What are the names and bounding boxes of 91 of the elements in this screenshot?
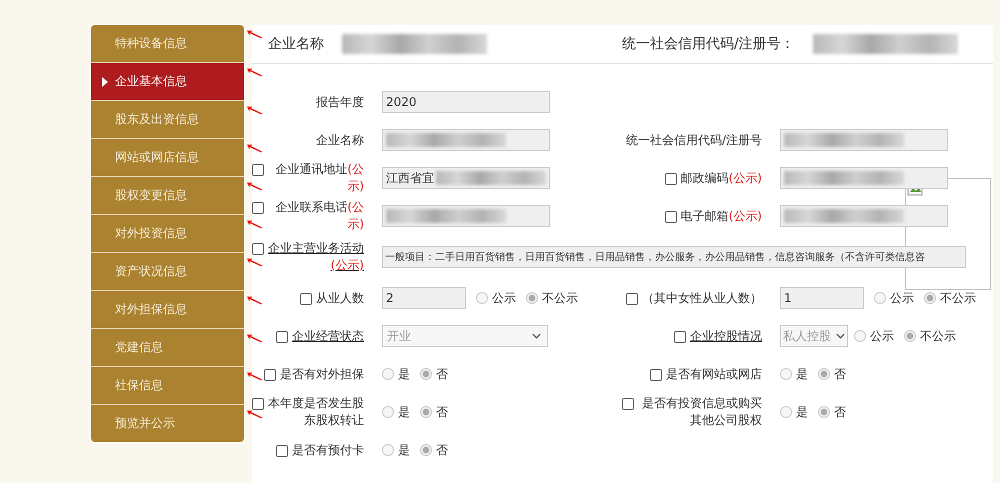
checkbox[interactable] bbox=[252, 202, 264, 214]
field-label: 企业名称 bbox=[316, 132, 364, 148]
company-name-label: 企业名称 bbox=[268, 35, 324, 53]
checkbox[interactable] bbox=[664, 172, 677, 184]
field-label: 企业联系电话(公示) bbox=[274, 199, 364, 233]
radio-button[interactable] bbox=[382, 444, 394, 456]
input-field[interactable] bbox=[780, 205, 948, 227]
radio-button[interactable] bbox=[382, 368, 394, 380]
field-label: 企业主营业务活动 (公示) bbox=[268, 240, 364, 274]
radio-button[interactable] bbox=[854, 330, 866, 342]
radio-label: 是 bbox=[398, 404, 410, 420]
input-field[interactable] bbox=[382, 129, 550, 151]
dropdown[interactable]: 私人控股 bbox=[780, 325, 848, 347]
sidebar-item[interactable]: 特种设备信息 bbox=[91, 25, 244, 63]
radio-label: 否 bbox=[436, 442, 448, 458]
radio-button[interactable] bbox=[904, 330, 916, 342]
radio-label: 公示 bbox=[890, 290, 914, 306]
checkbox[interactable] bbox=[300, 292, 312, 304]
checkbox[interactable] bbox=[626, 292, 638, 304]
sidebar-item[interactable]: 预览并公示 bbox=[91, 405, 244, 442]
input-field[interactable] bbox=[780, 129, 948, 151]
checkbox[interactable] bbox=[276, 444, 288, 456]
input-field[interactable] bbox=[382, 205, 550, 227]
field-label: 本年度是否发生股东股权转让 bbox=[268, 395, 364, 429]
checkbox[interactable] bbox=[252, 164, 264, 176]
radio-button[interactable] bbox=[420, 368, 432, 380]
input-field[interactable]: 一般项目：二手日用百货销售，日用百货销售，日用品销售，办公服务，办公用品销售，信息咨询服务（不含许可类信息咨 bbox=[382, 246, 966, 268]
field-label: 从业人数 bbox=[316, 290, 364, 306]
radio-label: 公示 bbox=[492, 290, 516, 306]
radio-button[interactable] bbox=[420, 444, 432, 456]
radio-label: 不公示 bbox=[542, 290, 578, 306]
sidebar-item[interactable]: 网站或网店信息 bbox=[91, 139, 244, 177]
sidebar-item[interactable]: 对外担保信息 bbox=[91, 291, 244, 329]
field-label: 企业经营状态 bbox=[292, 328, 364, 344]
field-label: （其中女性从业人数） bbox=[642, 290, 762, 306]
radio-button[interactable] bbox=[874, 292, 886, 304]
chevron-down-icon bbox=[836, 333, 845, 339]
radio-button[interactable] bbox=[476, 292, 488, 304]
sidebar-item[interactable]: 对外投资信息 bbox=[91, 215, 244, 253]
input-field[interactable]: 1 bbox=[780, 287, 864, 309]
sidebar-item[interactable]: 股权变更信息 bbox=[91, 177, 244, 215]
radio-label: 是 bbox=[398, 442, 410, 458]
field-label: 是否有投资信息或购买其他公司股权 bbox=[641, 395, 762, 429]
field-label: 企业通讯地址(公示) bbox=[274, 161, 364, 195]
checkbox[interactable] bbox=[252, 243, 264, 255]
sidebar-item[interactable]: 党建信息 bbox=[91, 329, 244, 367]
radio-button[interactable] bbox=[780, 406, 792, 418]
field-label: 企业控股情况 bbox=[690, 328, 762, 344]
field-label: 邮政编码(公示) bbox=[680, 170, 762, 186]
radio-button[interactable] bbox=[382, 406, 394, 418]
input-field[interactable]: 2 bbox=[382, 287, 466, 309]
radio-label: 否 bbox=[834, 404, 846, 420]
sidebar-item[interactable]: 股东及出资信息 bbox=[91, 101, 244, 139]
input-field[interactable]: 2020 bbox=[382, 91, 550, 113]
radio-button[interactable] bbox=[526, 292, 538, 304]
dropdown[interactable]: 开业 bbox=[382, 325, 548, 347]
checkbox[interactable] bbox=[650, 368, 662, 380]
input-field[interactable]: 江西省宜 bbox=[382, 167, 550, 189]
radio-label: 是 bbox=[796, 366, 808, 382]
sidebar-item[interactable]: 社保信息 bbox=[91, 367, 244, 405]
field-label: 电子邮箱(公示) bbox=[680, 208, 762, 224]
radio-label: 否 bbox=[436, 366, 448, 382]
radio-button[interactable] bbox=[420, 406, 432, 418]
field-label: 统一社会信用代码/注册号 bbox=[626, 132, 762, 148]
field-label: 是否有网站或网店 bbox=[666, 366, 762, 382]
input-field[interactable] bbox=[780, 167, 948, 189]
field-label: 是否有对外担保 bbox=[280, 366, 364, 382]
chevron-down-icon bbox=[532, 333, 541, 339]
radio-button[interactable] bbox=[818, 406, 830, 418]
radio-label: 是 bbox=[398, 366, 410, 382]
checkbox[interactable] bbox=[264, 368, 276, 380]
radio-label: 是 bbox=[796, 404, 808, 420]
radio-label: 否 bbox=[834, 366, 846, 382]
sidebar-item[interactable]: 企业基本信息 bbox=[91, 63, 244, 101]
checkbox[interactable] bbox=[622, 398, 634, 410]
checkbox[interactable] bbox=[664, 210, 677, 222]
checkbox[interactable] bbox=[674, 330, 686, 342]
checkbox[interactable] bbox=[276, 330, 288, 342]
credit-code-label: 统一社会信用代码/注册号： bbox=[622, 35, 795, 53]
sidebar-item[interactable]: 资产状况信息 bbox=[91, 253, 244, 291]
radio-button[interactable] bbox=[780, 368, 792, 380]
radio-button[interactable] bbox=[924, 292, 936, 304]
radio-label: 不公示 bbox=[920, 328, 956, 344]
field-label: 是否有预付卡 bbox=[292, 442, 364, 458]
caret-icon bbox=[102, 76, 108, 86]
checkbox[interactable] bbox=[252, 398, 264, 410]
radio-label: 不公示 bbox=[940, 290, 976, 306]
radio-label: 公示 bbox=[870, 328, 894, 344]
radio-button[interactable] bbox=[818, 368, 830, 380]
radio-label: 否 bbox=[436, 404, 448, 420]
field-label: 报告年度 bbox=[316, 94, 364, 110]
